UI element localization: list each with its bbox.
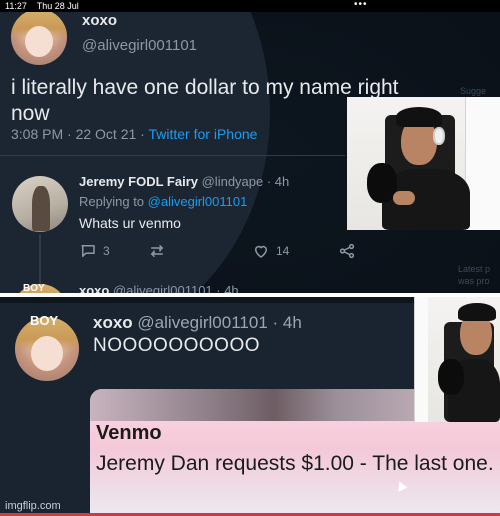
panel2-author-name[interactable]: xoxo bbox=[93, 313, 133, 332]
side-label-latest: Latest p bbox=[458, 264, 491, 274]
next-tweet-name[interactable]: xoxo bbox=[79, 283, 109, 293]
tweet-author-handle[interactable]: @alivegirl001101 bbox=[82, 37, 197, 54]
status-date: Thu 28 Jul bbox=[36, 1, 79, 11]
reply-count: 3 bbox=[103, 244, 110, 258]
next-avatar-text: BOY bbox=[23, 283, 45, 293]
tweet-text-line2: now bbox=[11, 102, 50, 125]
panel2-header: xoxo @alivegirl001101 · 4h bbox=[93, 313, 302, 333]
replying-to: Replying to @alivegirl001101 bbox=[79, 194, 247, 209]
panel2-author-handle[interactable]: @alivegirl001101 · 4h bbox=[137, 313, 301, 332]
reply-action[interactable]: 3 bbox=[79, 242, 110, 260]
reply-author-name[interactable]: Jeremy FODL Fairy bbox=[79, 174, 198, 189]
reply-avatar[interactable] bbox=[12, 176, 68, 232]
side-label-suggestions: Sugge bbox=[460, 86, 487, 96]
like-action[interactable]: 14 bbox=[252, 242, 289, 260]
webcam-overlay-top bbox=[347, 97, 500, 230]
tweet-panel-bottom: BOY xoxo @alivegirl001101 · 4h NOOOOOOOO… bbox=[0, 297, 500, 516]
divider bbox=[0, 155, 345, 156]
heart-icon bbox=[254, 245, 268, 258]
retweet-action[interactable] bbox=[148, 242, 172, 260]
venmo-title: Venmo bbox=[96, 422, 162, 444]
reply-text: Whats ur venmo bbox=[79, 215, 181, 231]
tweet-timestamp[interactable]: 3:08 PM · 22 Oct 21 · bbox=[11, 126, 148, 142]
tweet-panel-top: xoxo @alivegirl001101 i literally have o… bbox=[0, 12, 500, 293]
venmo-request-text: Jeremy Dan requests $1.00 - The last one… bbox=[96, 452, 494, 475]
tweet-meta: 3:08 PM · 22 Oct 21 · Twitter for iPhone bbox=[11, 126, 257, 142]
replying-handle[interactable]: @alivegirl001101 bbox=[148, 194, 248, 209]
tweet-source[interactable]: Twitter for iPhone bbox=[148, 126, 257, 142]
panel2-avatar-text: BOY bbox=[30, 313, 59, 328]
comment-icon bbox=[81, 245, 95, 257]
share-action[interactable] bbox=[338, 242, 356, 260]
like-count: 14 bbox=[276, 244, 290, 258]
replying-prefix: Replying to bbox=[79, 194, 148, 209]
status-bar: 11:27 Thu 28 Jul ••• bbox=[0, 0, 500, 12]
tweet-text-line1: i literally have one dollar to my name r… bbox=[11, 76, 399, 99]
more-dots-icon[interactable]: ••• bbox=[354, 0, 368, 11]
panel2-tweet-text: NOOOOOOOOOO bbox=[93, 335, 261, 356]
reply-header: Jeremy FODL Fairy @lindyape · 4h bbox=[79, 174, 289, 189]
next-tweet-header: xoxo @alivegirl001101 · 4h bbox=[79, 283, 239, 293]
status-time: 11:27 bbox=[5, 1, 27, 11]
tweet-author-name[interactable]: xoxo bbox=[82, 12, 117, 29]
share-icon bbox=[339, 243, 355, 259]
reply-author-handle[interactable]: @lindyape · 4h bbox=[202, 174, 290, 189]
webcam-overlay-bottom bbox=[414, 297, 500, 422]
retweet-icon bbox=[150, 245, 164, 257]
side-label-was: was pro bbox=[458, 276, 490, 286]
next-tweet-handle[interactable]: @alivegirl001101 · 4h bbox=[113, 283, 239, 293]
imgflip-watermark: imgflip.com bbox=[5, 500, 61, 512]
